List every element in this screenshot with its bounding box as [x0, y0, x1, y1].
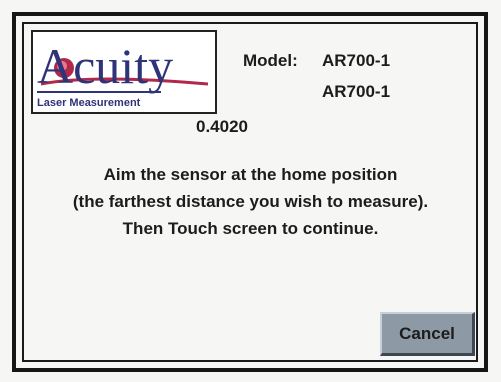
distance-reading: 0.4020 [196, 117, 248, 136]
model-value-primary: AR700-1 [322, 51, 391, 70]
cancel-button[interactable]: Cancel [380, 312, 475, 356]
instruction-text: Aim the sensor at the home position (the… [26, 161, 475, 242]
model-value-secondary: AR700-1 [322, 82, 391, 101]
acuity-logo-icon: Acuity Laser Measurement [31, 30, 217, 114]
instruction-line: (the farthest distance you wish to measu… [72, 192, 429, 211]
model-label: Model: [243, 51, 298, 70]
instruction-line: Aim the sensor at the home position [103, 165, 398, 184]
logo-brand-text: Acuity [37, 38, 173, 94]
logo-tagline: Laser Measurement [37, 97, 141, 109]
touch-screen[interactable]: Acuity Laser Measurement Model: AR700-1 … [0, 0, 501, 382]
instruction-line: Then Touch screen to continue. [122, 219, 379, 238]
